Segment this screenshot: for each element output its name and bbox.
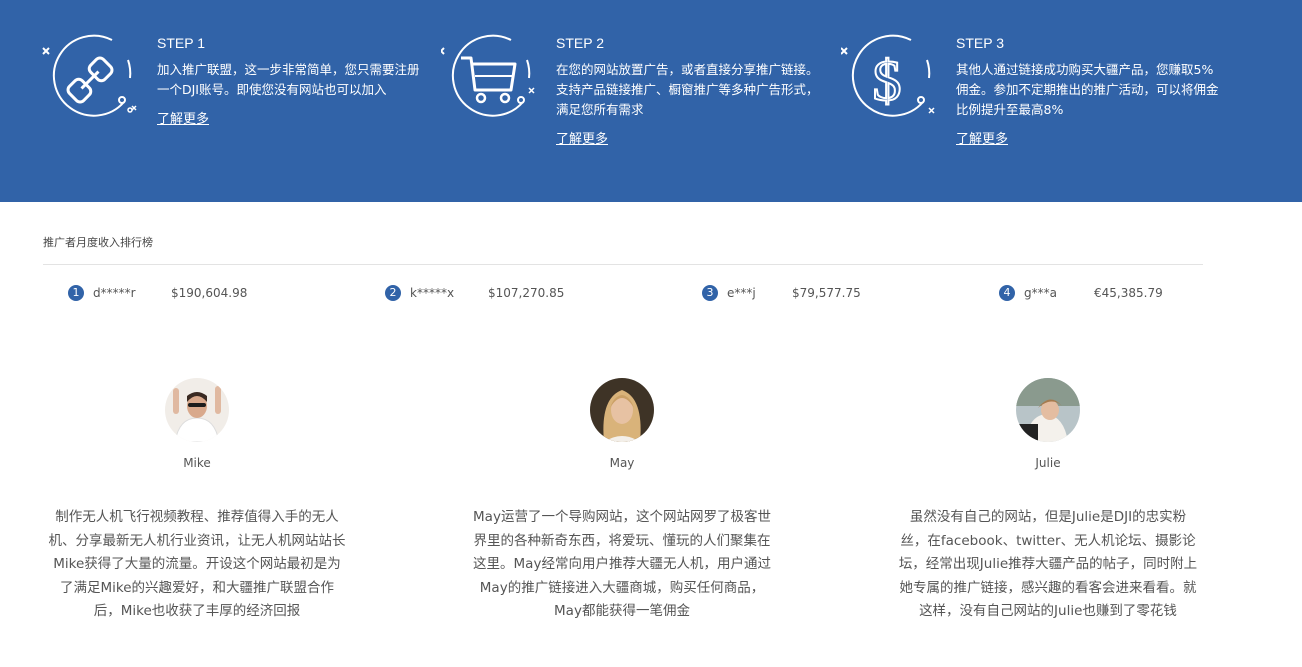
rank-name: k*****x (410, 286, 455, 300)
person-story: 制作无人机飞行视频教程、推荐值得入手的无人机、分享最新无人机行业资讯，让无人机网… (48, 509, 346, 619)
step-3-title: STEP 3 (956, 35, 1004, 51)
rank-name: d*****r (93, 286, 136, 300)
step-1-description: 加入推广联盟，这一步非常简单，您只需要注册一个DJI账号。即使您没有网站也可以加… (157, 62, 420, 97)
avatar (590, 378, 654, 442)
person-name: May (609, 456, 635, 470)
rank-name: g***a (1024, 286, 1057, 300)
rank-badge: 4 (999, 285, 1015, 301)
person-name: Mike (183, 456, 211, 470)
person-story: May运营了一个导购网站，这个网站网罗了极客世界里的各种新奇东西，将爱玩、懂玩的… (473, 509, 771, 619)
avatar (165, 378, 229, 442)
dollar-icon: $ (841, 34, 935, 117)
step-1-text: STEP 1 加入推广联盟，这一步非常简单，您只需要注册一个DJI账号。即使您没… (157, 34, 422, 127)
ranking-divider (43, 264, 1203, 265)
step-2-title: STEP 2 (556, 35, 604, 51)
step-2-learn-more-link[interactable]: 了解更多 (556, 128, 608, 147)
rank-amount: $79,577.75 (792, 286, 861, 300)
rank-badge: 3 (702, 285, 718, 301)
rank-badge: 2 (385, 285, 401, 301)
testimonial-mike: Mike 制作无人机飞行视频教程、推荐值得入手的无人机、分享最新无人机行业资讯，… (47, 378, 347, 619)
step-1-learn-more-link[interactable]: 了解更多 (157, 108, 209, 127)
rank-amount: $107,270.85 (488, 286, 565, 300)
person-story: 虽然没有自己的网站，但是Julie是DJI的忠实粉丝，在facebook、twi… (898, 509, 1198, 619)
ranking-title: 推广者月度收入排行榜 (43, 236, 153, 249)
testimonial-julie: Julie 虽然没有自己的网站，但是Julie是DJI的忠实粉丝，在facebo… (898, 378, 1198, 619)
step-2-text: STEP 2 在您的网站放置广告，或者直接分享推广链接。支持产品链接推广、橱窗推… (556, 34, 821, 147)
avatar (1016, 378, 1080, 442)
rank-amount: €45,385.79 (1094, 286, 1163, 300)
steps-banner: STEP 1 加入推广联盟，这一步非常简单，您只需要注册一个DJI账号。即使您没… (0, 0, 1302, 202)
step-2-description: 在您的网站放置广告，或者直接分享推广链接。支持产品链接推广、橱窗推广等多种广告形… (556, 62, 819, 117)
rank-amount: $190,604.98 (171, 286, 248, 300)
svg-text:$: $ (873, 48, 902, 113)
person-name: Julie (1035, 456, 1061, 470)
step-3-description: 其他人通过链接成功购买大疆产品，您赚取5%佣金。参加不定期推出的推广活动，可以将… (956, 62, 1219, 117)
rank-badge: 1 (68, 285, 84, 301)
testimonial-may: May May运营了一个导购网站，这个网站网罗了极客世界里的各种新奇东西，将爱玩… (472, 378, 772, 619)
step-3-learn-more-link[interactable]: 了解更多 (956, 128, 1008, 147)
rank-name: e***j (727, 286, 756, 300)
step-1-title: STEP 1 (157, 35, 205, 51)
chain-link-icon (42, 34, 137, 117)
shopping-cart-icon (441, 34, 535, 117)
step-3-text: STEP 3 其他人通过链接成功购买大疆产品，您赚取5%佣金。参加不定期推出的推… (956, 34, 1221, 147)
